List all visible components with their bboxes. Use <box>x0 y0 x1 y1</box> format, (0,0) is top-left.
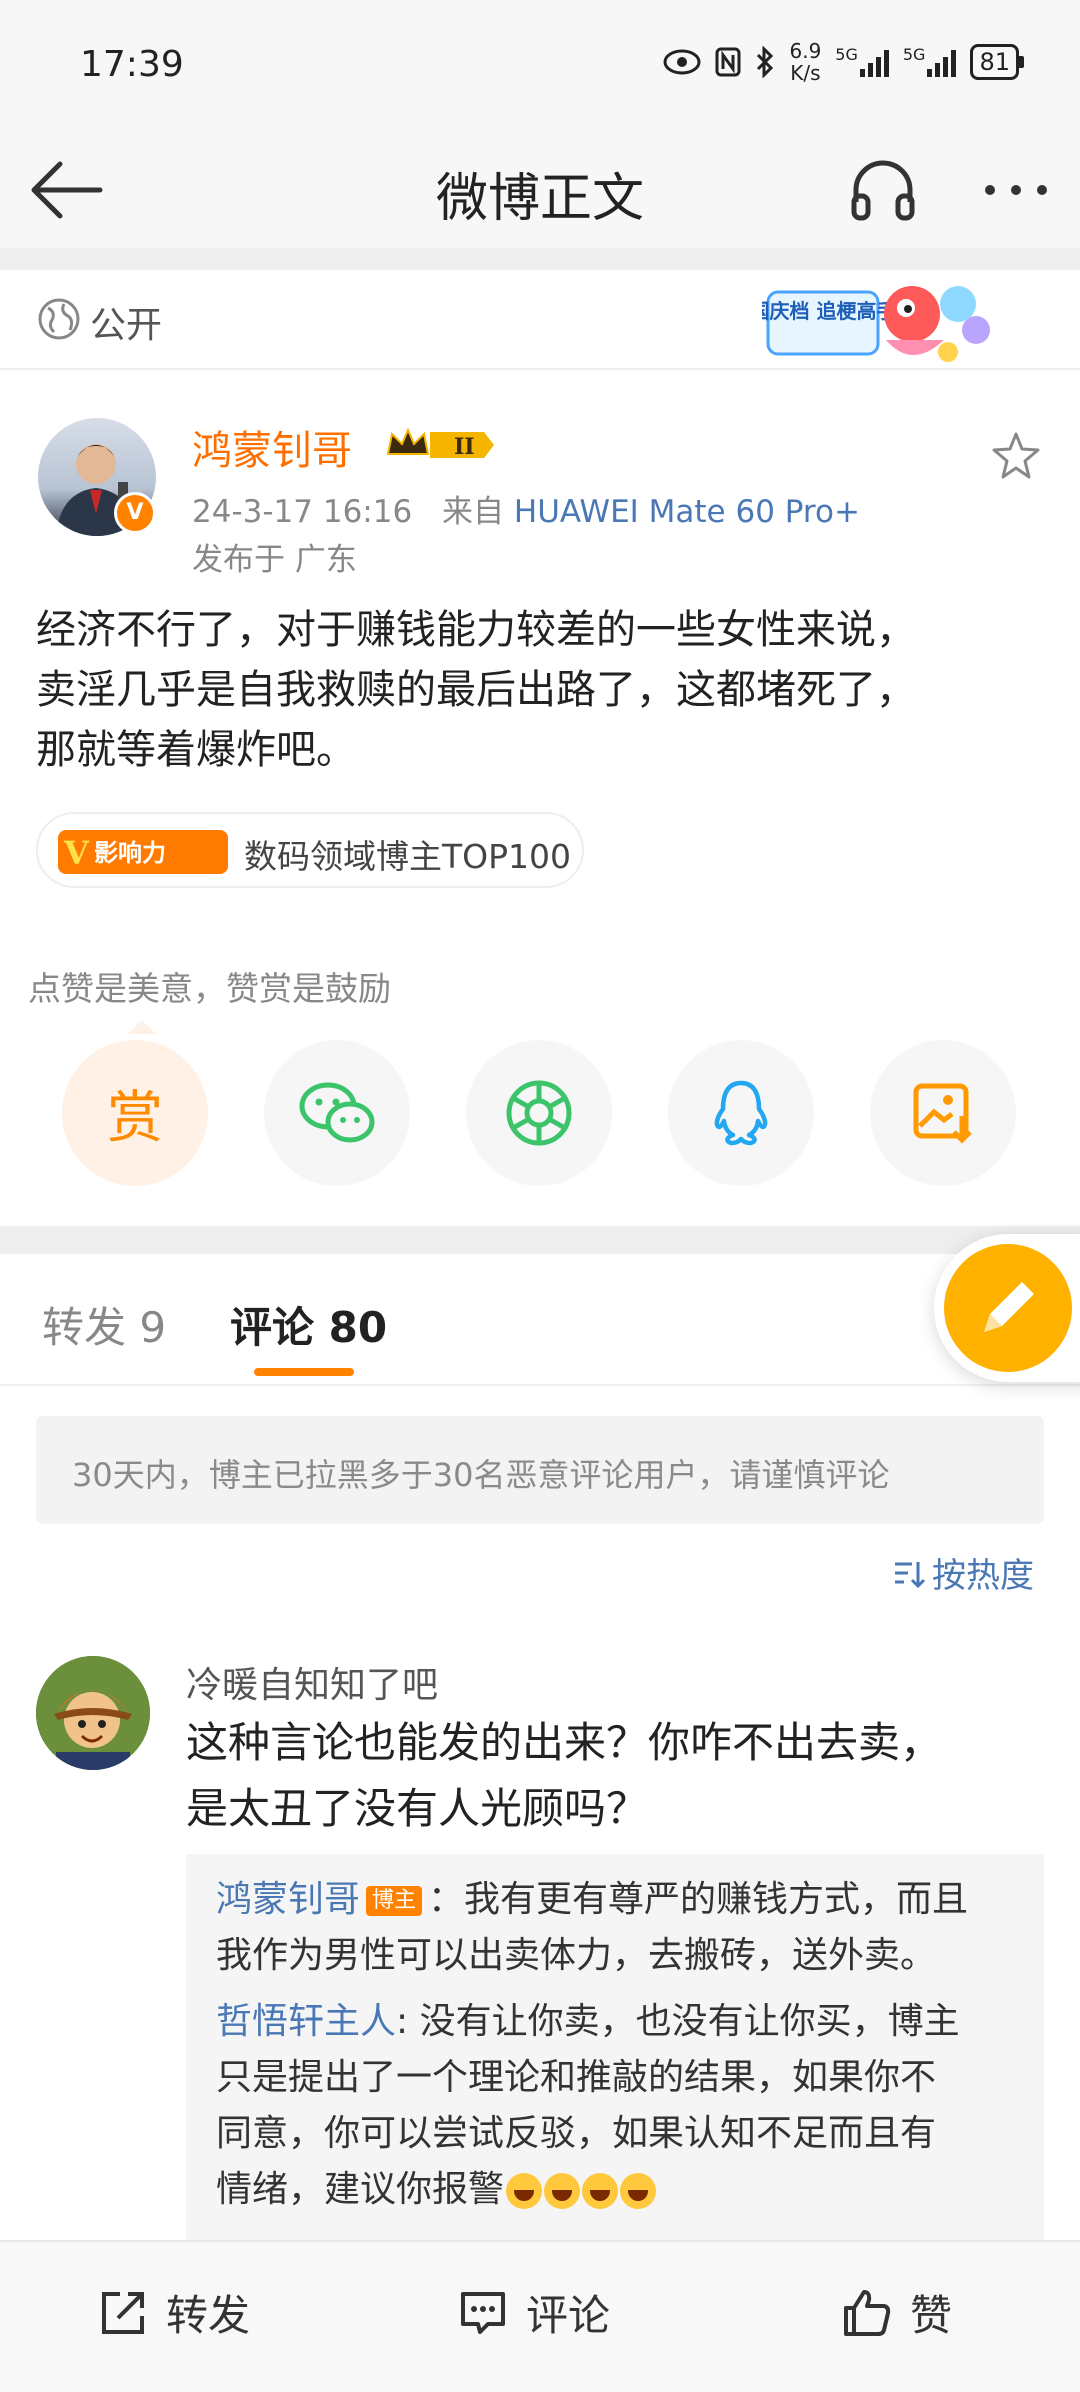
device-link[interactable]: HUAWEI Mate 60 Pro+ <box>514 494 860 530</box>
commenter-avatar[interactable] <box>36 1656 150 1770</box>
signal-bars-icon <box>927 47 957 77</box>
repost-button[interactable]: 转发 <box>98 2282 250 2343</box>
post-location: 发布于 广东 <box>192 542 357 578</box>
pencil-icon <box>984 1282 1034 1332</box>
svg-text:国庆档 追梗高手: 国庆档 追梗高手 <box>762 299 896 323</box>
laugh-emoji-icon <box>506 2173 543 2209</box>
verified-badge-icon: V <box>114 492 156 534</box>
nfc-icon <box>715 47 741 77</box>
qq-share-button[interactable] <box>668 1040 814 1186</box>
reply-box[interactable]: 鸿蒙钊哥 博主 ：我有更有尊严的赚钱方式，而且 我作为男性可以出卖体力，去搬砖，送外… <box>186 1854 1044 2240</box>
status-icons: 6.9 K/s 5G 5G 81 <box>663 40 1024 84</box>
compose-button[interactable] <box>934 1234 1080 1382</box>
svg-text:影响力: 影响力 <box>94 839 166 867</box>
thumbs-up-icon <box>844 2289 891 2336</box>
source-prefix: 来自 <box>442 494 505 530</box>
signal-1: 5G <box>835 47 889 77</box>
reply-user[interactable]: 鸿蒙钊哥 <box>216 1879 360 1920</box>
reward-hint: 点赞是美意，赞赏是鼓励 <box>28 969 391 1008</box>
compose-circle <box>944 1244 1072 1372</box>
influence-text: 数码领域博主TOP100 <box>244 837 572 876</box>
star-icon[interactable] <box>990 430 1042 482</box>
post-meta: 24-3-17 16:16 来自 HUAWEI Mate 60 Pro+ <box>192 486 860 531</box>
eye-icon <box>663 49 701 75</box>
laugh-emoji-icon <box>582 2173 619 2209</box>
post-body: 经济不行了，对于赚钱能力较差的一些女性来说， 卖淫几乎是自我救赎的最后出路了，这… <box>36 607 916 773</box>
battery-icon: 81 <box>970 44 1024 80</box>
laugh-emoji-icon <box>620 2173 657 2209</box>
reply-item-cont: 只是提出了一个理论和推敲的结果，如果你不 <box>216 2057 937 2098</box>
signal-bars-icon <box>859 47 889 77</box>
influence-tag[interactable]: V 影响力 数码领域博主TOP100 <box>36 812 584 888</box>
sort-icon <box>895 1561 926 1588</box>
wechat-share-button[interactable] <box>264 1040 410 1186</box>
visibility-label: 公开 <box>90 305 163 346</box>
net-speed: 6.9 K/s <box>789 39 822 85</box>
bluetooth-icon <box>757 46 774 78</box>
comment-text: 这种言论也能发的出来？你咋不出去卖， 是太丑了没有人光顾吗？ <box>186 1718 943 1833</box>
op-badge: 博主 <box>366 1886 423 1916</box>
influence-logo-icon: V 影响力 <box>58 830 228 874</box>
reward-button[interactable]: 赏 <box>62 1040 208 1186</box>
headphones-icon <box>851 160 915 221</box>
more-button[interactable] <box>976 150 1056 230</box>
save-image-button[interactable] <box>870 1040 1016 1186</box>
moments-share-button[interactable] <box>466 1040 612 1186</box>
author-name[interactable]: 鸿蒙钊哥 <box>192 418 352 476</box>
reply-item-cont: 情绪，建议你报警 <box>216 2162 1016 2218</box>
signal-2: 5G <box>903 47 957 77</box>
visibility-row: 公开 国庆档 追梗高手 <box>0 270 1080 370</box>
comment-icon <box>461 2291 505 2334</box>
nav-bar: 微博正文 <box>0 140 1080 248</box>
tab-bar: 转发 9 评论 80 <box>0 1254 1080 1386</box>
more-dots-icon <box>985 185 1047 195</box>
reply-item: 鸿蒙钊哥 博主 ：我有更有尊严的赚钱方式，而且 <box>216 1879 969 1920</box>
tab-reposts[interactable]: 转发 9 <box>42 1294 166 1355</box>
comment-button[interactable]: 评论 <box>458 2282 610 2343</box>
like-button[interactable]: 赞 <box>842 2282 952 2343</box>
commenter-name[interactable]: 冷暖自知知了吧 <box>186 1656 438 1708</box>
divider <box>0 248 1080 270</box>
wechat-icon <box>299 1082 375 1143</box>
qq-penguin-icon <box>714 1080 768 1146</box>
comment-notice: 30天内，博主已拉黑多于30名恶意评论用户，请谨慎评论 <box>36 1416 1044 1524</box>
reply-item-cont: 同意，你可以尝试反驳，如果认知不足而且有 <box>216 2113 937 2154</box>
post-date: 24-3-17 16:16 <box>192 494 413 530</box>
share-icon <box>102 2291 144 2334</box>
vip-crown-icon[interactable]: II <box>384 424 496 466</box>
laugh-emoji-icon <box>544 2173 581 2209</box>
status-time: 17:39 <box>80 44 184 85</box>
avatar-image <box>36 1656 150 1770</box>
reply-user[interactable]: 哲悟轩主人 <box>216 2001 396 2042</box>
sort-button[interactable]: 按热度 <box>892 1548 1034 1597</box>
svg-text:II: II <box>454 434 475 460</box>
bottom-action-bar: 转发 评论 赞 <box>0 2240 1080 2392</box>
moments-icon <box>506 1080 572 1146</box>
tab-active-indicator <box>254 1368 354 1376</box>
svg-text:V: V <box>63 834 90 872</box>
activity-badge-icon[interactable]: 国庆档 追梗高手 <box>762 270 1002 374</box>
image-download-icon <box>913 1083 972 1144</box>
reply-item: 哲悟轩主人: 没有让你卖，也没有让你买，博主 <box>216 2001 960 2042</box>
status-bar: 17:39 6.9 K/s 5G 5G 81 <box>0 0 1080 140</box>
tab-comments[interactable]: 评论 80 <box>230 1294 387 1355</box>
share-row: 赏 <box>0 1040 1080 1190</box>
divider <box>0 1226 1080 1254</box>
notice-text: 30天内，博主已拉黑多于30名恶意评论用户，请谨慎评论 <box>72 1456 890 1494</box>
reply-item-cont: 我作为男性可以出卖体力，去搬砖，送外卖。 <box>216 1935 937 1976</box>
globe-icon <box>38 298 80 340</box>
reward-tip <box>128 1020 156 1034</box>
page-title: 微博正文 <box>435 169 644 229</box>
audio-button[interactable] <box>848 150 918 230</box>
